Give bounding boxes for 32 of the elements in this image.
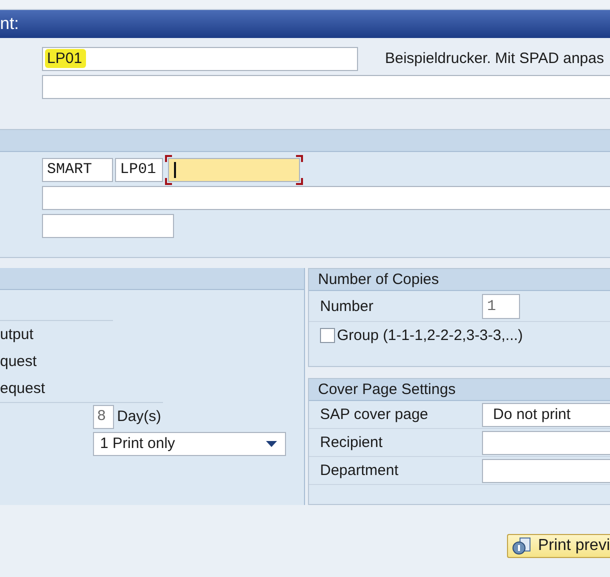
option-label: utput bbox=[0, 326, 34, 343]
print-preview-button[interactable]: Print previ bbox=[506, 534, 610, 558]
field-label: SAP cover page bbox=[320, 406, 430, 423]
input-field[interactable]: SMART bbox=[42, 158, 113, 182]
field-label: Recipient bbox=[320, 434, 384, 451]
text-cursor bbox=[174, 162, 176, 178]
input-field[interactable] bbox=[42, 214, 174, 238]
panel-title: Number of Copies bbox=[309, 269, 610, 291]
unit-label: Day(s) bbox=[117, 408, 162, 425]
field-label: Number bbox=[320, 298, 374, 314]
input-field[interactable] bbox=[482, 458, 610, 482]
copies-field[interactable]: 1 bbox=[482, 294, 520, 318]
input-field[interactable] bbox=[168, 158, 300, 182]
input-field[interactable] bbox=[42, 74, 610, 98]
input-field[interactable] bbox=[482, 430, 610, 454]
option-label: equest bbox=[0, 380, 46, 397]
option-label: quest bbox=[0, 353, 37, 370]
document-icon bbox=[512, 537, 532, 555]
retention-field[interactable]: 8 bbox=[93, 404, 114, 428]
input-field[interactable]: Do not print bbox=[482, 402, 610, 426]
printer-field[interactable]: LP01 bbox=[42, 46, 358, 70]
input-field[interactable]: LP01 bbox=[115, 158, 163, 182]
caret-icon[interactable] bbox=[266, 440, 277, 446]
highlighted-value: LP01 bbox=[45, 49, 86, 68]
window-title: nt: bbox=[0, 14, 19, 34]
checkbox[interactable] bbox=[320, 328, 335, 343]
field-label: Department bbox=[320, 462, 400, 479]
panel-title: Cover Page Settings bbox=[309, 379, 610, 401]
printer-description: Beispieldrucker. Mit SPAD anpas bbox=[385, 50, 604, 67]
checkbox-label: Group (1-1-1,2-2-2,3-3-3,...) bbox=[337, 327, 523, 344]
input-field[interactable] bbox=[42, 186, 610, 210]
mode-dropdown[interactable]: 1 Print only bbox=[93, 432, 286, 456]
